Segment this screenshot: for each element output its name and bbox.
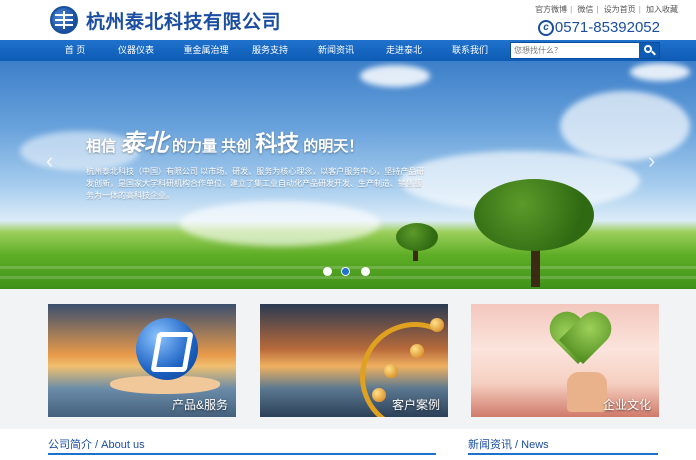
card-label: 企业文化: [602, 398, 651, 412]
orb-icon: [384, 364, 398, 378]
search-button[interactable]: [639, 43, 659, 58]
company-logo-icon[interactable]: [50, 6, 78, 34]
card-customer-cases[interactable]: 客户案例: [260, 304, 448, 417]
top-links: 官方微博 | 微信 | 设为首页 | 加入收藏: [535, 5, 678, 14]
phone-icon: c: [538, 20, 554, 36]
large-tree-icon: [474, 179, 594, 251]
nav-item-news[interactable]: 新闻资讯: [310, 40, 362, 61]
section-title-news[interactable]: 新闻资讯 / News: [468, 436, 549, 452]
main-nav: 首 页 仪器仪表 重金属治理 服务支持 新闻资讯 走进泰北 联系我们: [0, 40, 696, 61]
top-link-wechat[interactable]: 微信: [577, 5, 593, 14]
globe-icon: [136, 318, 198, 380]
card-label: 产品&服务: [171, 398, 228, 412]
nav-item-about[interactable]: 走进泰北: [378, 40, 430, 61]
nav-item-contact[interactable]: 联系我们: [444, 40, 496, 61]
heart-tree-icon: [549, 314, 607, 368]
company-name[interactable]: 杭州泰北科技有限公司: [86, 7, 281, 34]
card-corporate-culture[interactable]: 企业文化: [471, 304, 659, 417]
orb-icon: [372, 388, 386, 402]
banner-description: 杭州泰北科技（中国）有限公司 以市场、研发、服务为核心理念，以客户服务中心，坚持…: [86, 167, 425, 200]
search-input[interactable]: [514, 44, 634, 57]
top-link-set-homepage[interactable]: 设为首页: [604, 5, 636, 14]
nav-item-service[interactable]: 服务支持: [244, 40, 296, 61]
top-link-add-favorite[interactable]: 加入收藏: [646, 5, 678, 14]
section-title-about[interactable]: 公司简介 / About us: [48, 436, 145, 452]
top-link-weibo[interactable]: 官方微博: [535, 5, 567, 14]
slide-dot-3[interactable]: [361, 267, 370, 276]
banner-prev-arrow-icon[interactable]: ‹: [46, 149, 58, 173]
banner-slogan: 相信 泰北 的力量 共创 科技 的明天！: [86, 130, 364, 157]
orb-icon: [430, 318, 444, 332]
feature-cards: 产品&服务 客户案例 企业文化: [0, 289, 696, 429]
search-box: [510, 42, 660, 59]
card-label: 客户案例: [391, 398, 440, 412]
phone-number: 0571-85392052: [554, 19, 660, 36]
small-tree-icon: [396, 223, 438, 251]
nav-item-home[interactable]: 首 页: [52, 40, 98, 61]
bottom-sections: 公司简介 / About us 新闻资讯 / News: [0, 429, 696, 460]
banner-next-arrow-icon[interactable]: ›: [648, 149, 660, 173]
slide-dot-1[interactable]: [323, 267, 332, 276]
site-header: 杭州泰北科技有限公司 官方微博 | 微信 | 设为首页 | 加入收藏 c 0571-8…: [0, 0, 696, 40]
hero-banner: 相信 泰北 的力量 共创 科技 的明天！ 杭州泰北科技（中国）有限公司 以市场、研发、服…: [0, 61, 696, 289]
slide-dot-2[interactable]: [341, 267, 350, 276]
orb-icon: [410, 344, 424, 358]
card-products-services[interactable]: 产品&服务: [48, 304, 236, 417]
nav-item-heavy-metal[interactable]: 重金属治理: [176, 40, 236, 61]
nav-item-instruments[interactable]: 仪器仪表: [110, 40, 162, 61]
